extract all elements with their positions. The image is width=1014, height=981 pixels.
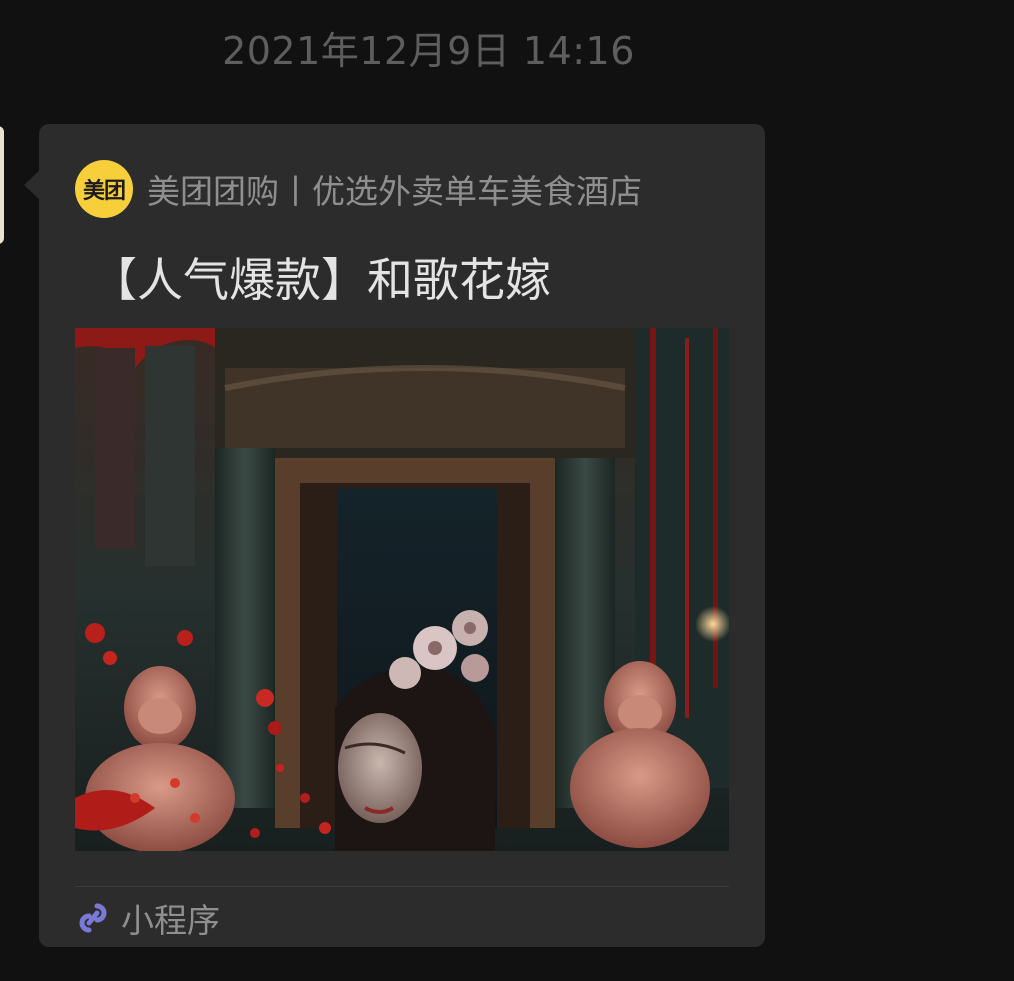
mini-program-card[interactable]: 美团 美团团购丨优选外卖单车美食酒店 【人气爆款】和歌花嫁 小程序 (39, 124, 765, 947)
message-timestamp: 2021年12月9日 14:16 (222, 29, 635, 73)
chat-screen: 2021年12月9日 14:16 美团 美团团购丨优选外卖单车美食酒店 【人气爆… (0, 0, 1014, 981)
card-cover-image[interactable] (75, 328, 729, 851)
mini-program-icon (75, 900, 111, 936)
sender-avatar[interactable] (0, 126, 4, 244)
mini-program-label: 小程序 (121, 901, 220, 940)
card-divider (75, 886, 729, 887)
card-footer: 小程序 (75, 896, 220, 940)
card-header: 美团 美团团购丨优选外卖单车美食酒店 (75, 160, 642, 218)
bubble-tail (24, 170, 40, 200)
temple-scene-image (75, 328, 729, 851)
card-title: 【人气爆款】和歌花嫁 (91, 253, 551, 307)
app-name: 美团团购丨优选外卖单车美食酒店 (147, 172, 642, 211)
meituan-logo-icon: 美团 (75, 160, 133, 218)
